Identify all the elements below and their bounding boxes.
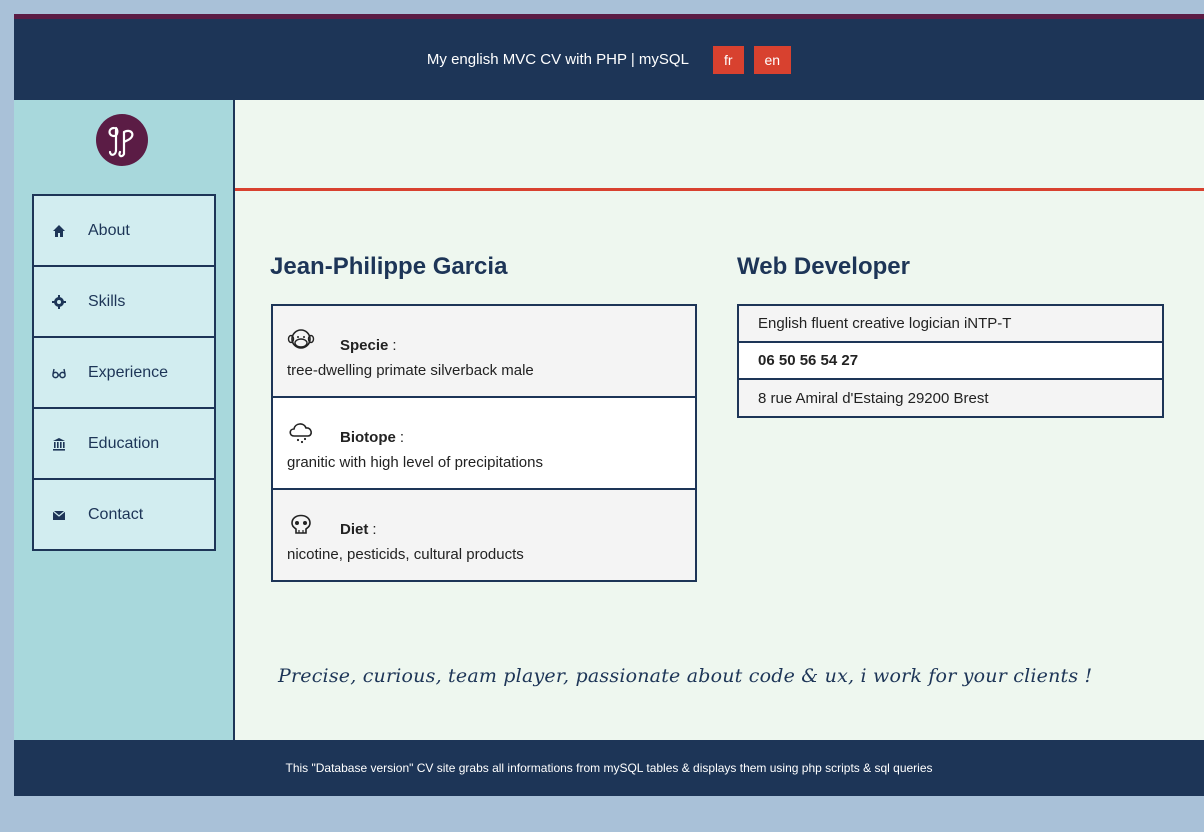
house-icon — [53, 224, 65, 237]
sidebar-item-label: Experience — [88, 363, 169, 381]
rain-cloud-icon — [289, 423, 312, 444]
trait-label: Diet — [340, 521, 369, 538]
gear-icon — [52, 294, 66, 309]
sidebar-item-education[interactable]: Education — [34, 409, 214, 480]
trait-specie: Specie : tree-dwelling primate silverbac… — [273, 306, 695, 398]
sidebar-item-contact[interactable]: Contact — [34, 480, 214, 551]
trait-biotope: Biotope : granitic with high level of pr… — [273, 398, 695, 490]
sidebar-item-experience[interactable]: Experience — [34, 338, 214, 409]
sidebar-item-label: Skills — [88, 292, 126, 310]
monkey-icon — [287, 329, 315, 349]
footer-text: This "Database version" CV site grabs al… — [285, 761, 933, 775]
trait-value: tree-dwelling primate silverback male — [287, 362, 534, 379]
lang-fr-button[interactable]: fr — [712, 45, 744, 74]
contact-card: English fluent creative logician iNTP-T … — [737, 304, 1164, 418]
trait-label: Biotope — [340, 429, 396, 446]
sidebar-item-skills[interactable]: Skills — [34, 267, 214, 338]
site-title: My english MVC CV with PHP | mySQL — [426, 51, 689, 68]
sidebar-item-label: About — [88, 221, 130, 239]
logo-icon[interactable] — [96, 114, 148, 166]
phone-number[interactable]: 06 50 56 54 27 — [739, 343, 1162, 380]
sidebar: About Skills Experience Education Contac… — [14, 100, 235, 740]
bank-icon — [53, 437, 65, 451]
traits-card: Specie : tree-dwelling primate silverbac… — [271, 304, 697, 582]
trait-value: nicotine, pesticids, cultural products — [287, 546, 524, 563]
site-footer: This "Database version" CV site grabs al… — [14, 740, 1204, 796]
sidebar-item-label: Contact — [88, 505, 144, 523]
sidebar-item-label: Education — [88, 434, 160, 452]
person-name: Jean-Philippe Garcia — [270, 253, 508, 280]
trait-colon: : — [392, 337, 397, 354]
glasses-icon — [52, 368, 66, 378]
trait-colon: : — [399, 429, 404, 446]
accent-divider — [235, 188, 1204, 191]
trait-label: Specie — [340, 337, 389, 354]
site-header: My english MVC CV with PHP | mySQL fr en — [14, 19, 1204, 100]
sidebar-nav: About Skills Experience Education Contac… — [32, 194, 216, 551]
trait-diet: Diet : nicotine, pesticids, cultural pro… — [273, 490, 695, 580]
tagline: Precise, curious, team player, passionat… — [278, 665, 1093, 687]
job-title: Web Developer — [737, 253, 910, 280]
profile-summary: English fluent creative logician iNTP-T — [739, 306, 1162, 343]
trait-value: granitic with high level of precipitatio… — [287, 454, 543, 471]
sidebar-item-about[interactable]: About — [34, 196, 214, 267]
trait-colon: : — [372, 521, 377, 538]
page-frame: My english MVC CV with PHP | mySQL fr en… — [14, 14, 1204, 796]
main-content: Jean-Philippe Garcia Web Developer Speci… — [235, 100, 1204, 740]
postal-address: 8 rue Amiral d'Estaing 29200 Brest — [739, 380, 1162, 416]
skull-icon — [291, 514, 311, 534]
envelope-icon — [52, 510, 66, 520]
lang-en-button[interactable]: en — [753, 45, 792, 74]
